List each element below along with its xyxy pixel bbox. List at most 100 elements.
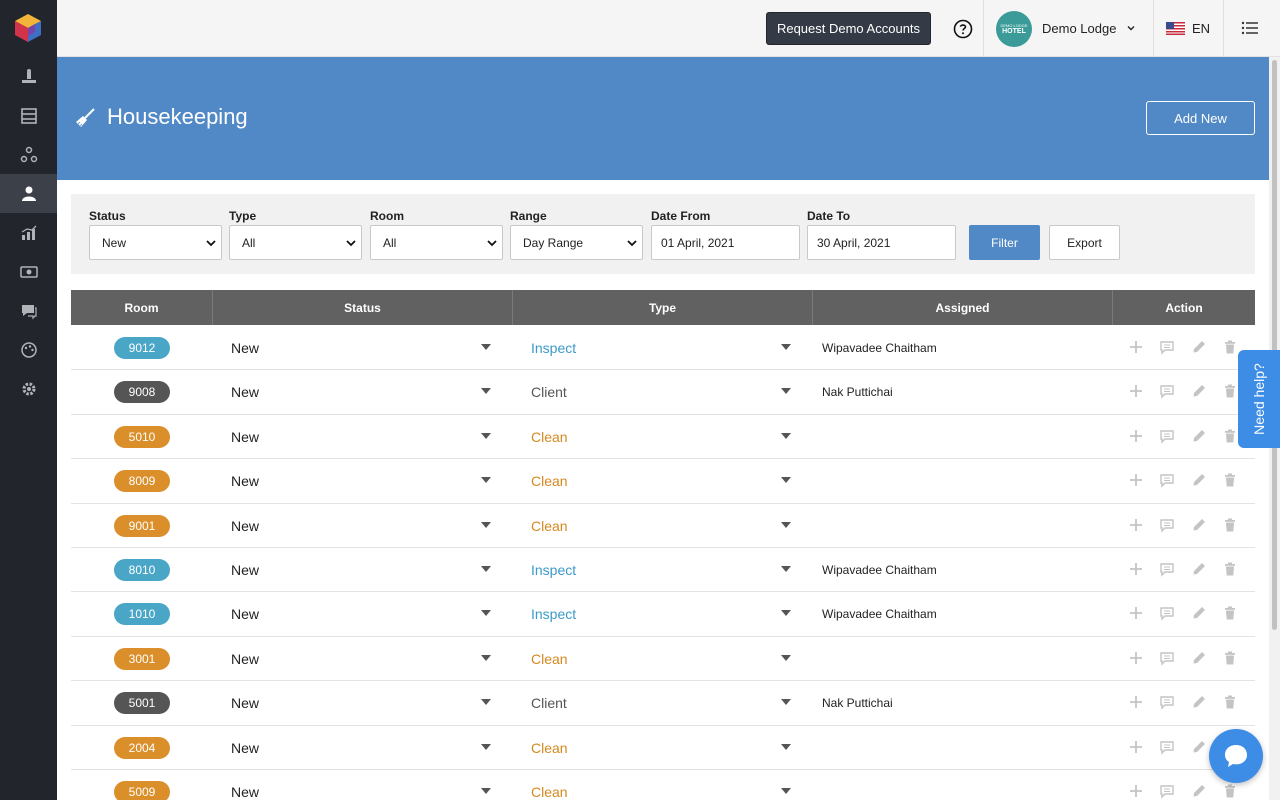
- plus-icon[interactable]: [1128, 339, 1144, 355]
- hotel-switcher[interactable]: Demo Lodge: [1042, 21, 1116, 36]
- status-select[interactable]: New: [231, 384, 259, 400]
- pencil-icon[interactable]: [1191, 783, 1207, 799]
- sidebar-item-reports[interactable]: [0, 213, 57, 252]
- type-select[interactable]: Clean: [531, 740, 568, 756]
- caret-down-icon[interactable]: [481, 432, 491, 439]
- comment-icon[interactable]: [1159, 428, 1175, 444]
- status-select[interactable]: New: [231, 473, 259, 489]
- caret-down-icon[interactable]: [781, 477, 791, 484]
- comment-icon[interactable]: [1159, 605, 1175, 622]
- trash-icon[interactable]: [1222, 517, 1238, 533]
- trash-icon[interactable]: [1222, 339, 1238, 355]
- caret-down-icon[interactable]: [481, 388, 491, 395]
- status-filter-select[interactable]: New: [89, 225, 222, 260]
- chevron-down-icon[interactable]: [1125, 22, 1137, 34]
- caret-down-icon[interactable]: [481, 521, 491, 528]
- caret-down-icon[interactable]: [781, 743, 791, 750]
- sidebar-item-palette[interactable]: [0, 330, 57, 369]
- date-to-input[interactable]: 30 April, 2021: [807, 225, 956, 260]
- caret-down-icon[interactable]: [481, 344, 491, 350]
- status-select[interactable]: New: [231, 518, 259, 534]
- trash-icon[interactable]: [1222, 650, 1238, 666]
- type-select[interactable]: Inspect: [531, 606, 576, 622]
- status-select[interactable]: New: [231, 562, 259, 578]
- room-filter-select[interactable]: All: [370, 225, 503, 260]
- plus-icon[interactable]: [1128, 739, 1144, 755]
- pencil-icon[interactable]: [1191, 605, 1207, 621]
- plus-icon[interactable]: [1128, 650, 1144, 666]
- plus-icon[interactable]: [1128, 383, 1144, 399]
- caret-down-icon[interactable]: [481, 788, 491, 794]
- add-new-button[interactable]: Add New: [1146, 101, 1255, 135]
- type-select[interactable]: Inspect: [531, 562, 576, 578]
- export-button[interactable]: Export: [1049, 225, 1120, 260]
- pencil-icon[interactable]: [1191, 561, 1207, 577]
- type-select[interactable]: Inspect: [531, 340, 576, 356]
- column-header-room[interactable]: Room: [71, 290, 213, 325]
- help-circle-icon[interactable]: [953, 19, 973, 39]
- chat-launcher-button[interactable]: [1209, 729, 1263, 783]
- plus-icon[interactable]: [1128, 517, 1144, 533]
- type-select[interactable]: Clean: [531, 473, 568, 489]
- type-select[interactable]: Clean: [531, 651, 568, 667]
- caret-down-icon[interactable]: [481, 477, 491, 484]
- pencil-icon[interactable]: [1191, 428, 1207, 444]
- caret-down-icon[interactable]: [481, 566, 491, 572]
- trash-icon[interactable]: [1222, 561, 1238, 577]
- caret-down-icon[interactable]: [781, 699, 791, 706]
- caret-down-icon[interactable]: [481, 743, 491, 750]
- caret-down-icon[interactable]: [781, 610, 791, 617]
- menu-list-icon[interactable]: [1241, 20, 1259, 36]
- sidebar-item-messages[interactable]: [0, 291, 57, 330]
- type-filter-select[interactable]: All: [229, 225, 362, 260]
- caret-down-icon[interactable]: [781, 788, 791, 794]
- caret-down-icon[interactable]: [781, 521, 791, 528]
- pencil-icon[interactable]: [1191, 650, 1207, 666]
- type-select[interactable]: Clean: [531, 518, 568, 534]
- plus-icon[interactable]: [1128, 428, 1144, 444]
- pencil-icon[interactable]: [1191, 339, 1207, 355]
- scrollbar-thumb[interactable]: [1272, 60, 1277, 630]
- status-select[interactable]: New: [231, 651, 259, 667]
- type-select[interactable]: Client: [531, 695, 567, 711]
- app-logo-icon[interactable]: [15, 14, 41, 42]
- status-select[interactable]: New: [231, 784, 259, 800]
- comment-icon[interactable]: [1159, 694, 1175, 710]
- trash-icon[interactable]: [1222, 472, 1238, 488]
- status-select[interactable]: New: [231, 606, 259, 622]
- plus-icon[interactable]: [1128, 605, 1144, 621]
- trash-icon[interactable]: [1222, 428, 1238, 444]
- range-filter-select[interactable]: Day Range: [510, 225, 643, 260]
- comment-icon[interactable]: [1159, 339, 1175, 355]
- status-select[interactable]: New: [231, 429, 259, 445]
- pencil-icon[interactable]: [1191, 694, 1207, 710]
- comment-icon[interactable]: [1159, 517, 1175, 533]
- trash-icon[interactable]: [1222, 383, 1238, 399]
- trash-icon[interactable]: [1222, 605, 1238, 621]
- pencil-icon[interactable]: [1191, 383, 1207, 399]
- caret-down-icon[interactable]: [481, 699, 491, 706]
- plus-icon[interactable]: [1128, 783, 1144, 799]
- date-from-input[interactable]: 01 April, 2021: [651, 225, 800, 260]
- caret-down-icon[interactable]: [781, 344, 791, 350]
- comment-icon[interactable]: [1159, 650, 1175, 666]
- language-selector[interactable]: EN: [1192, 21, 1210, 36]
- type-select[interactable]: Clean: [531, 784, 568, 800]
- column-header-assigned[interactable]: Assigned: [813, 290, 1113, 325]
- pencil-icon[interactable]: [1191, 517, 1207, 533]
- plus-icon[interactable]: [1128, 472, 1144, 488]
- status-select[interactable]: New: [231, 740, 259, 756]
- status-select[interactable]: New: [231, 695, 259, 711]
- plus-icon[interactable]: [1128, 561, 1144, 577]
- pencil-icon[interactable]: [1191, 472, 1207, 488]
- sidebar-item-billing[interactable]: [0, 252, 57, 291]
- sidebar-item-settings[interactable]: [0, 369, 57, 408]
- comment-icon[interactable]: [1159, 739, 1175, 755]
- type-select[interactable]: Clean: [531, 429, 568, 445]
- status-select[interactable]: New: [231, 340, 259, 356]
- comment-icon[interactable]: [1159, 472, 1175, 488]
- comment-icon[interactable]: [1159, 561, 1175, 577]
- sidebar-item-distribution[interactable]: [0, 135, 57, 174]
- caret-down-icon[interactable]: [781, 388, 791, 395]
- trash-icon[interactable]: [1222, 694, 1238, 710]
